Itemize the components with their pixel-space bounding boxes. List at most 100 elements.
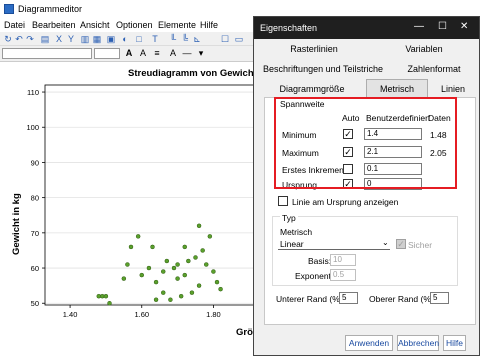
data-point[interactable] [204, 262, 209, 267]
data-point[interactable] [175, 276, 180, 281]
y-tick-label: 70 [31, 229, 39, 238]
tab-diagrammgroesse[interactable]: Diagrammgröße [258, 80, 366, 98]
font-shrink-icon[interactable]: A [138, 48, 148, 58]
data-point[interactable] [103, 293, 109, 299]
line-chart-icon[interactable]: ╚ [180, 34, 190, 44]
data-point[interactable] [175, 262, 180, 267]
data-point[interactable] [128, 244, 134, 250]
app-icon [4, 4, 14, 14]
data-point[interactable] [211, 269, 216, 274]
x-axis-icon[interactable]: X [54, 34, 64, 44]
tab-linien[interactable]: Linien [430, 80, 476, 98]
axis-bars-icon[interactable]: ╙ [168, 34, 178, 44]
y-axis-label[interactable]: Gewicht in kg [11, 193, 22, 255]
menu-optionen[interactable]: Optionen [116, 20, 153, 30]
data-point[interactable] [161, 269, 166, 274]
data-point[interactable] [214, 279, 220, 285]
data-point[interactable] [182, 244, 187, 250]
data-point[interactable] [150, 244, 155, 250]
y-axis-icon[interactable]: Y [66, 34, 76, 44]
data-point[interactable] [161, 290, 166, 295]
minimize-icon[interactable]: — [414, 21, 424, 32]
align-icon[interactable]: ≡ [152, 48, 162, 58]
chart-type-icon[interactable]: ▦ [92, 34, 102, 44]
data-point[interactable] [153, 279, 159, 285]
palette-icon[interactable]: ▣ [106, 34, 116, 44]
data-point[interactable] [200, 248, 205, 253]
upper-margin-field[interactable]: 5 [430, 292, 449, 304]
x-tick-label: 1.80 [206, 310, 221, 319]
safe-label: Sicher [408, 240, 433, 250]
data-point[interactable] [189, 290, 195, 295]
menu-elemente[interactable]: Elemente [158, 20, 196, 30]
chart-title[interactable]: Streudiagramm von Gewicht i [128, 68, 260, 79]
text-icon[interactable]: T [150, 34, 160, 44]
data-point[interactable] [146, 265, 152, 271]
data-point[interactable] [168, 297, 173, 302]
grid-lines [45, 91, 260, 304]
lower-margin-field[interactable]: 5 [339, 292, 358, 304]
window-title: Diagrammeditor [18, 4, 83, 14]
tab-zahlenformat[interactable]: Zahlenformat [392, 60, 476, 78]
square-icon[interactable]: □ [134, 34, 144, 44]
base-label: Basis: [308, 256, 332, 266]
chart-canvas[interactable]: Streudiagramm von Gewicht i Gewicht in k… [0, 62, 260, 356]
tab-metrisch[interactable]: Metrisch [366, 79, 428, 98]
chart-element-icon[interactable]: ▥ [80, 34, 90, 44]
data-point[interactable] [107, 300, 112, 306]
shape-icon[interactable]: ◐ [120, 34, 130, 44]
cancel-button[interactable]: Abbrechen [397, 335, 439, 351]
data-point[interactable] [135, 234, 141, 239]
data-point[interactable] [171, 265, 177, 271]
menu-hilfe[interactable]: Hilfe [200, 20, 218, 30]
data-point[interactable] [153, 297, 159, 302]
scale-type-select[interactable]: Linear ⌄ [278, 238, 390, 250]
fill-color-icon[interactable]: A [168, 48, 178, 58]
line-style-icon[interactable]: — [182, 48, 192, 58]
data-point[interactable] [186, 258, 191, 264]
data-point[interactable] [178, 293, 184, 299]
data-point[interactable] [207, 234, 213, 239]
refresh-icon[interactable]: ↻ [3, 34, 13, 44]
font-grow-icon[interactable]: A [124, 48, 134, 58]
data-point[interactable] [218, 286, 223, 292]
data-point[interactable] [139, 272, 144, 278]
scatter-chart: Streudiagramm von Gewicht i Gewicht in k… [11, 68, 260, 338]
menu-datei[interactable]: Datei [4, 20, 25, 30]
data-point[interactable] [121, 276, 127, 281]
x-tick-label: 1.60 [134, 310, 149, 319]
chart-properties-icon[interactable]: ▤ [40, 34, 50, 44]
close-icon[interactable]: ✕ [460, 21, 468, 32]
tab-rasterlinien[interactable]: Rasterlinien [258, 40, 370, 58]
y-tick-label: 80 [31, 194, 39, 203]
data-point[interactable] [196, 223, 202, 229]
apply-button[interactable]: Anwenden [345, 335, 393, 351]
undo-icon[interactable]: ↶ [14, 34, 24, 44]
safe-checkbox[interactable]: ✓ [396, 239, 406, 249]
frame-icon[interactable]: ▭ [234, 34, 244, 44]
help-button[interactable]: Hilfe [443, 335, 466, 351]
data-point[interactable] [193, 255, 198, 260]
scale-type-value: Linear [280, 239, 304, 249]
upper-margin-label: Oberer Rand (%): [369, 294, 437, 304]
data-point[interactable] [182, 272, 187, 278]
redo-icon[interactable]: ↷ [25, 34, 35, 44]
toolbar-primary: ↻ ↶ ↷ ▤ X Y ▥ ▦ ▣ ◐ □ T ╙ ╚ ⊾ ☐ ▭ [0, 32, 260, 46]
font-name-field[interactable] [2, 48, 92, 59]
maximize-icon[interactable]: ☐ [438, 21, 447, 32]
data-point[interactable] [164, 258, 170, 264]
tab-beschriftungen[interactable]: Beschriftungen und Teilstriche [258, 60, 388, 78]
y-tick-label: 110 [27, 88, 39, 97]
menu-bearbeiten[interactable]: Bearbeiten [32, 20, 76, 30]
exponent-field[interactable]: 0.5 [330, 269, 356, 281]
reference-line-icon[interactable]: ⊾ [192, 34, 202, 44]
base-field[interactable]: 10 [330, 254, 356, 266]
tab-variablen[interactable]: Variablen [372, 40, 476, 58]
data-point[interactable] [125, 262, 130, 267]
data-point[interactable] [196, 283, 202, 288]
border-icon[interactable]: ▾ [196, 48, 206, 58]
font-size-field[interactable] [94, 48, 120, 59]
origin-line-checkbox[interactable] [278, 196, 288, 206]
menu-ansicht[interactable]: Ansicht [80, 20, 110, 30]
legend-icon[interactable]: ☐ [220, 34, 230, 44]
